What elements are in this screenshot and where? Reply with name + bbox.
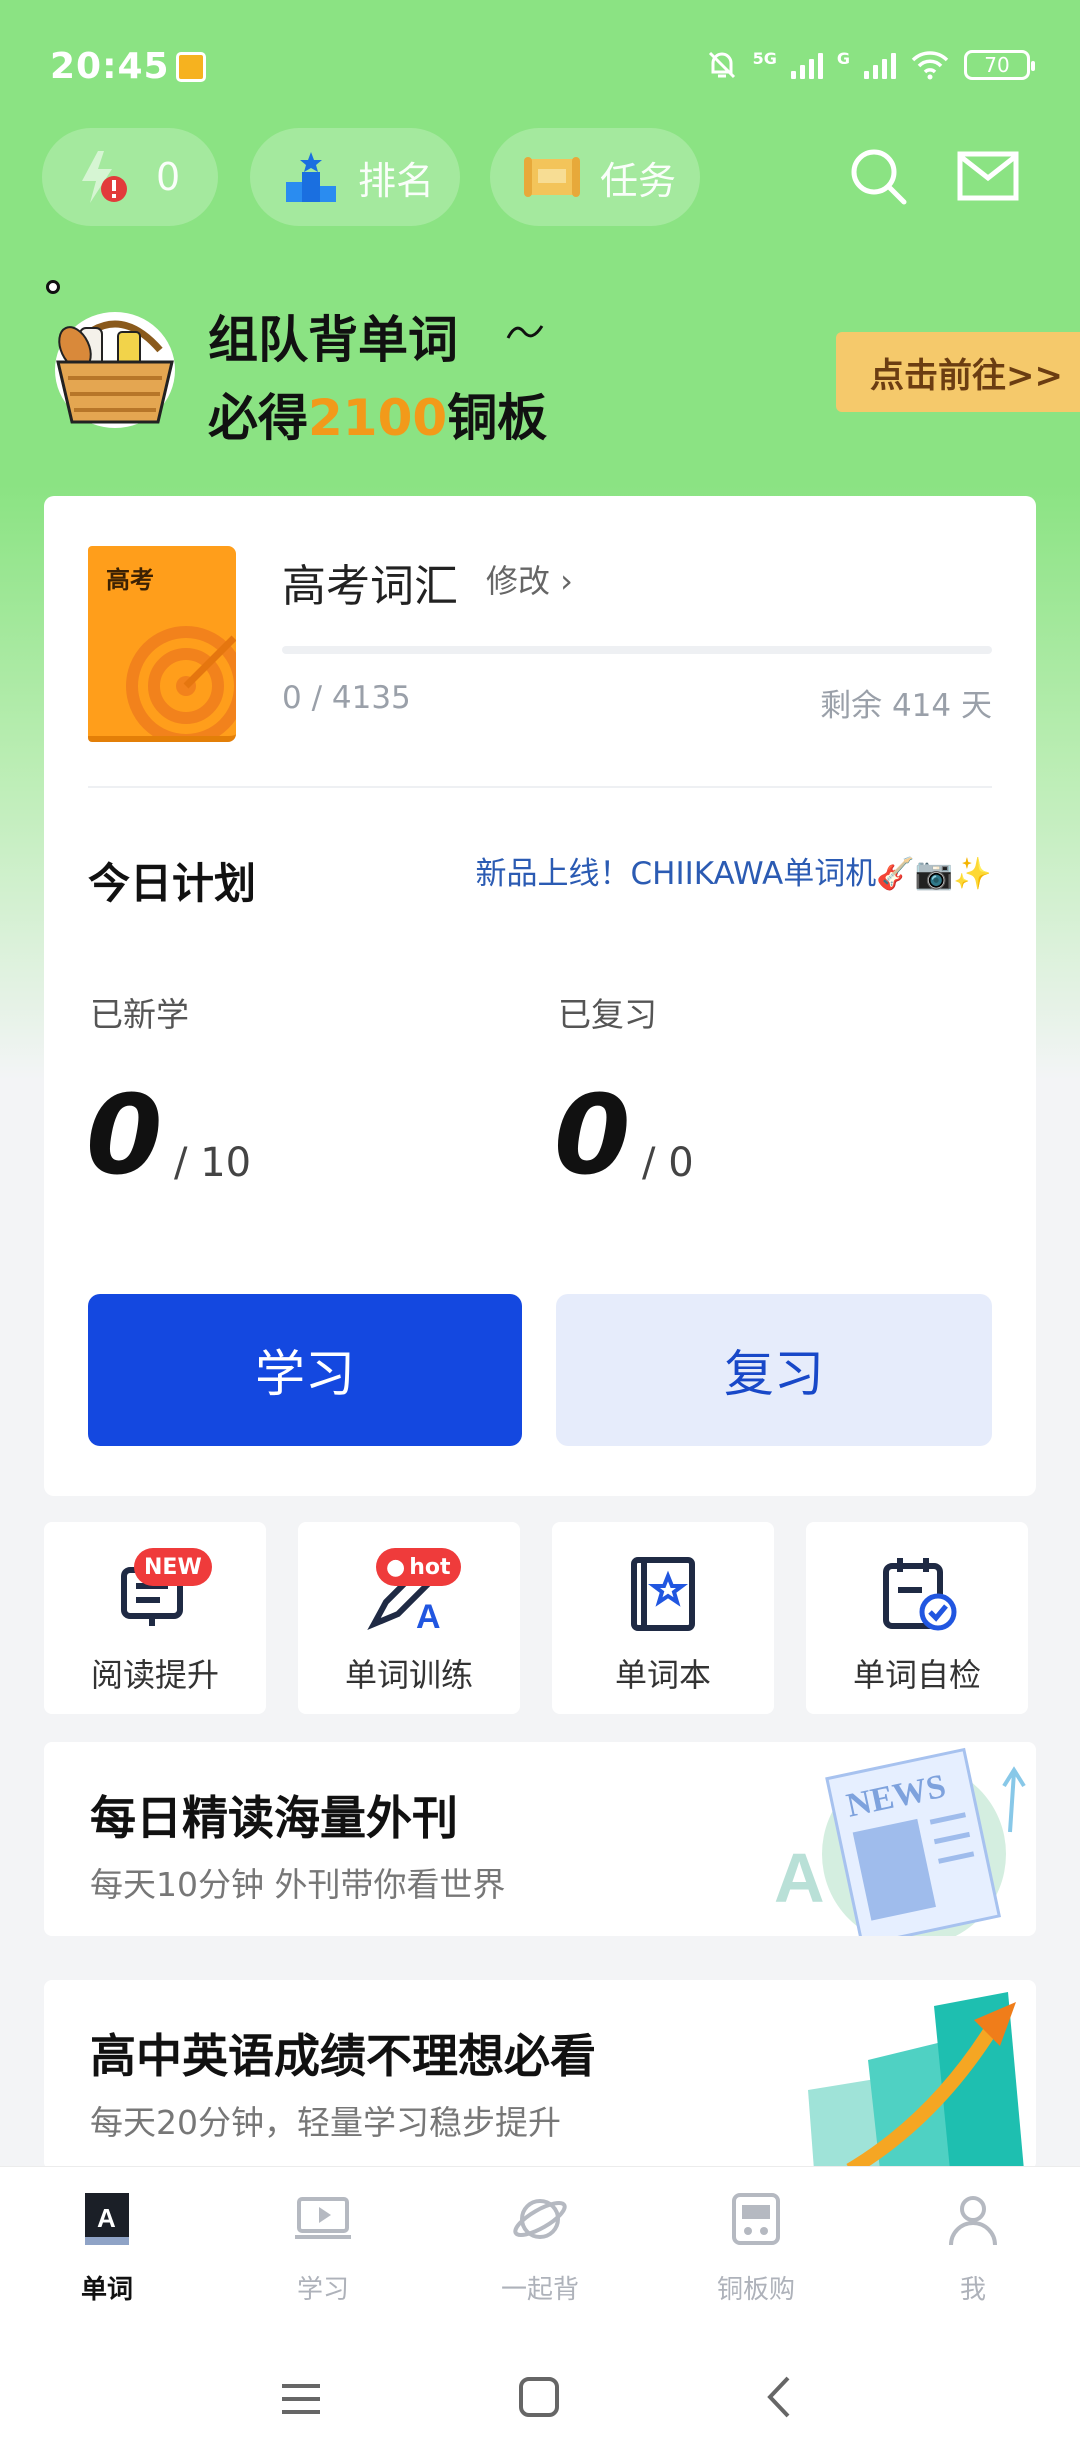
- battery-indicator: 70: [964, 50, 1035, 80]
- network-g-label: G: [836, 48, 850, 68]
- svg-text:A: A: [774, 1839, 825, 1917]
- news-card-subtitle: 每天10分钟 外刊带你看世界: [90, 1865, 506, 1904]
- news-card-title: 每日精读海量外刊: [90, 1791, 458, 1845]
- nav-study-label: 学习: [296, 2275, 349, 2305]
- tile-reading-label: 阅读提升: [90, 1656, 219, 1694]
- task-label: 任务: [600, 158, 677, 203]
- search-icon[interactable]: [840, 138, 916, 214]
- tile-self-check-label: 单词自检: [852, 1656, 981, 1694]
- hot-badge-label: hot: [409, 1554, 451, 1580]
- mute-bell-icon: [708, 51, 735, 79]
- scroll-icon: [524, 157, 580, 197]
- reviewed-total: / 0: [642, 1140, 694, 1186]
- newspaper-illustration: A NEWS: [774, 1747, 1026, 1936]
- nav-profile-label: 我: [959, 2275, 986, 2305]
- signal-icon: [790, 51, 823, 79]
- nav-together-label: 一起背: [500, 2275, 579, 2305]
- rank-button[interactable]: 排名: [250, 128, 460, 226]
- home-icon[interactable]: [516, 2374, 562, 2420]
- progress-bar: [282, 646, 992, 654]
- status-time: 20:45: [50, 46, 170, 87]
- status-indicators: 5G G 70: [705, 48, 1035, 82]
- notification-app-icon: [176, 52, 206, 82]
- new-badge: NEW: [134, 1548, 212, 1586]
- banner-reward-post: 铜板: [447, 389, 548, 447]
- banner-title: 组队背单词: [208, 311, 458, 369]
- tile-self-check[interactable]: 单词自检: [806, 1522, 1028, 1714]
- back-icon[interactable]: [756, 2374, 802, 2420]
- learn-button[interactable]: 学习: [88, 1294, 522, 1446]
- study-tab-icon: [295, 2197, 351, 2239]
- course-card-title: 高中英语成绩不理想必看: [90, 2029, 596, 2083]
- tile-word-training-label: 单词训练: [344, 1656, 473, 1694]
- svg-text:A: A: [416, 1598, 441, 1634]
- wifi-icon: [911, 51, 949, 80]
- remaining-days: 剩余 414 天: [820, 688, 992, 724]
- svg-text:A: A: [97, 2203, 116, 2233]
- wordbook-icon: [631, 1557, 695, 1631]
- nav-word[interactable]: A 单词: [32, 2187, 182, 2306]
- tile-reading[interactable]: NEW 阅读提升: [44, 1522, 266, 1714]
- reviewed-count: 0: [554, 1071, 631, 1199]
- nav-shop-label: 铜板购: [716, 2275, 795, 2305]
- nav-study[interactable]: 学习: [248, 2187, 398, 2306]
- progress-text: 0 / 4135: [282, 680, 411, 716]
- energy-count: 0: [156, 155, 181, 199]
- goto-button[interactable]: 点击前往>>: [836, 332, 1080, 412]
- menu-icon[interactable]: [278, 2376, 324, 2422]
- energy-button[interactable]: 0: [42, 128, 218, 226]
- nav-together[interactable]: 一起背: [465, 2187, 615, 2306]
- new-learned-count: 0: [86, 1071, 163, 1199]
- promo-link[interactable]: 新品上线！CHIIKAWA单词机🎸📷✨: [476, 848, 993, 893]
- vocab-book-title: 高考词汇: [282, 561, 458, 612]
- lightning-alert-icon: [82, 151, 127, 203]
- shop-tab-icon: [732, 2193, 780, 2245]
- tile-wordbook[interactable]: 单词本: [552, 1522, 774, 1714]
- network-5g-label: 5G: [752, 48, 777, 68]
- book-cover-label: 高考: [106, 566, 154, 594]
- system-nav-bar: [0, 2342, 1080, 2460]
- nav-profile[interactable]: 我: [898, 2187, 1048, 2306]
- news-card[interactable]: 每日精读海量外刊 每天10分钟 外刊带你看世界 A NEWS: [44, 1742, 1036, 1936]
- banner-reward-number: 2100: [308, 389, 448, 447]
- review-button[interactable]: 复习: [556, 1294, 992, 1446]
- new-learned-total: / 10: [174, 1140, 252, 1186]
- podium-icon: [286, 152, 336, 202]
- course-card-subtitle: 每天20分钟，轻量学习稳步提升: [90, 2103, 561, 2142]
- new-learned-label: 已新学: [90, 995, 189, 1034]
- reviewed-label: 已复习: [558, 995, 657, 1034]
- modify-link[interactable]: 修改 ›: [486, 556, 573, 602]
- banner-reward: 必得2100铜板: [208, 378, 547, 450]
- word-tab-icon: A: [85, 2193, 129, 2245]
- book-cover[interactable]: 高考: [88, 546, 236, 742]
- profile-tab-icon: [949, 2196, 997, 2246]
- flame-icon: ●: [386, 1554, 406, 1580]
- mail-icon[interactable]: [950, 138, 1026, 214]
- squiggle-icon: [506, 325, 544, 339]
- decorative-dot: [46, 280, 60, 294]
- target-icon: [126, 626, 236, 736]
- planet-tab-icon: [513, 2199, 567, 2239]
- plan-title: 今日计划: [88, 859, 257, 908]
- growth-chart-illustration: [808, 1992, 1024, 2170]
- signal-icon-2: [864, 51, 896, 79]
- course-card[interactable]: 高中英语成绩不理想必看 每天20分钟，轻量学习稳步提升: [44, 1980, 1036, 2170]
- basket-icon: [55, 312, 175, 428]
- bottom-nav: A 单词 学习 一起背 铜板购 我: [0, 2166, 1080, 2342]
- self-check-icon: [883, 1558, 957, 1631]
- divider: [88, 786, 992, 788]
- tile-wordbook-label: 单词本: [614, 1656, 711, 1694]
- rank-label: 排名: [358, 158, 435, 203]
- nav-shop[interactable]: 铜板购: [681, 2187, 831, 2306]
- task-button[interactable]: 任务: [490, 128, 700, 226]
- banner-reward-pre: 必得: [208, 389, 308, 447]
- nav-word-label: 单词: [80, 2275, 133, 2305]
- tile-word-training[interactable]: A ● hot 单词训练: [298, 1522, 520, 1714]
- hot-badge: ● hot: [376, 1548, 461, 1586]
